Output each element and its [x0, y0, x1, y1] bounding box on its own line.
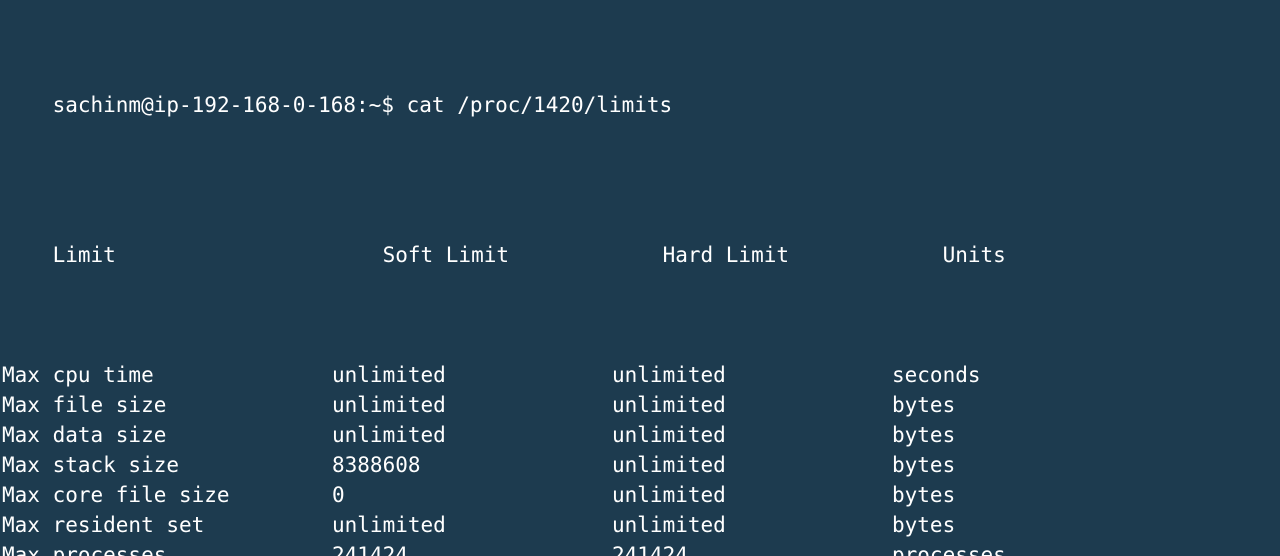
command-text: cat /proc/1420/limits	[407, 90, 673, 120]
table-row: Max core file size0unlimitedbytes	[2, 480, 1280, 510]
cell-limit: Max file size	[2, 390, 332, 420]
cell-units: bytes	[892, 480, 1092, 510]
cell-units: bytes	[892, 510, 1092, 540]
table-row: Max processes241424241424processes	[2, 540, 1280, 556]
cell-limit: Max data size	[2, 420, 332, 450]
prompt-path: ~	[369, 90, 382, 120]
cell-hard: 241424	[612, 540, 892, 556]
cell-units: bytes	[892, 450, 1092, 480]
table-row: Max data sizeunlimitedunlimitedbytes	[2, 420, 1280, 450]
table-row: Max cpu timeunlimitedunlimitedseconds	[2, 360, 1280, 390]
cell-hard: unlimited	[612, 420, 892, 450]
cell-hard: unlimited	[612, 480, 892, 510]
header-soft: Soft Limit	[383, 240, 663, 270]
cell-soft: unlimited	[332, 420, 612, 450]
table-row: Max file sizeunlimitedunlimitedbytes	[2, 390, 1280, 420]
cell-units: bytes	[892, 390, 1092, 420]
prompt-separator: :	[356, 90, 369, 120]
header-units: Units	[943, 240, 1143, 270]
header-hard: Hard Limit	[663, 240, 943, 270]
cell-units: seconds	[892, 360, 1092, 390]
cell-soft: 8388608	[332, 450, 612, 480]
cell-limit: Max processes	[2, 540, 332, 556]
cell-soft: unlimited	[332, 360, 612, 390]
cell-units: processes	[892, 540, 1092, 556]
cell-soft: unlimited	[332, 390, 612, 420]
table-row: Max resident setunlimitedunlimitedbytes	[2, 510, 1280, 540]
prompt-user-host: sachinm@ip-192-168-0-168	[53, 90, 356, 120]
prompt-symbol: $	[381, 90, 394, 120]
cell-limit: Max stack size	[2, 450, 332, 480]
cell-soft: unlimited	[332, 510, 612, 540]
cell-hard: unlimited	[612, 360, 892, 390]
table-header-row: LimitSoft LimitHard LimitUnits	[2, 210, 1280, 300]
cell-limit: Max cpu time	[2, 360, 332, 390]
cell-soft: 241424	[332, 540, 612, 556]
cell-soft: 0	[332, 480, 612, 510]
cell-hard: unlimited	[612, 450, 892, 480]
table-row: Max stack size8388608unlimitedbytes	[2, 450, 1280, 480]
cell-units: bytes	[892, 420, 1092, 450]
terminal-output[interactable]: sachinm@ip-192-168-0-168:~$ cat /proc/14…	[0, 0, 1280, 556]
header-limit: Limit	[53, 240, 383, 270]
prompt-line: sachinm@ip-192-168-0-168:~$ cat /proc/14…	[2, 60, 1280, 150]
cell-hard: unlimited	[612, 510, 892, 540]
cell-hard: unlimited	[612, 390, 892, 420]
cell-limit: Max resident set	[2, 510, 332, 540]
cell-limit: Max core file size	[2, 480, 332, 510]
